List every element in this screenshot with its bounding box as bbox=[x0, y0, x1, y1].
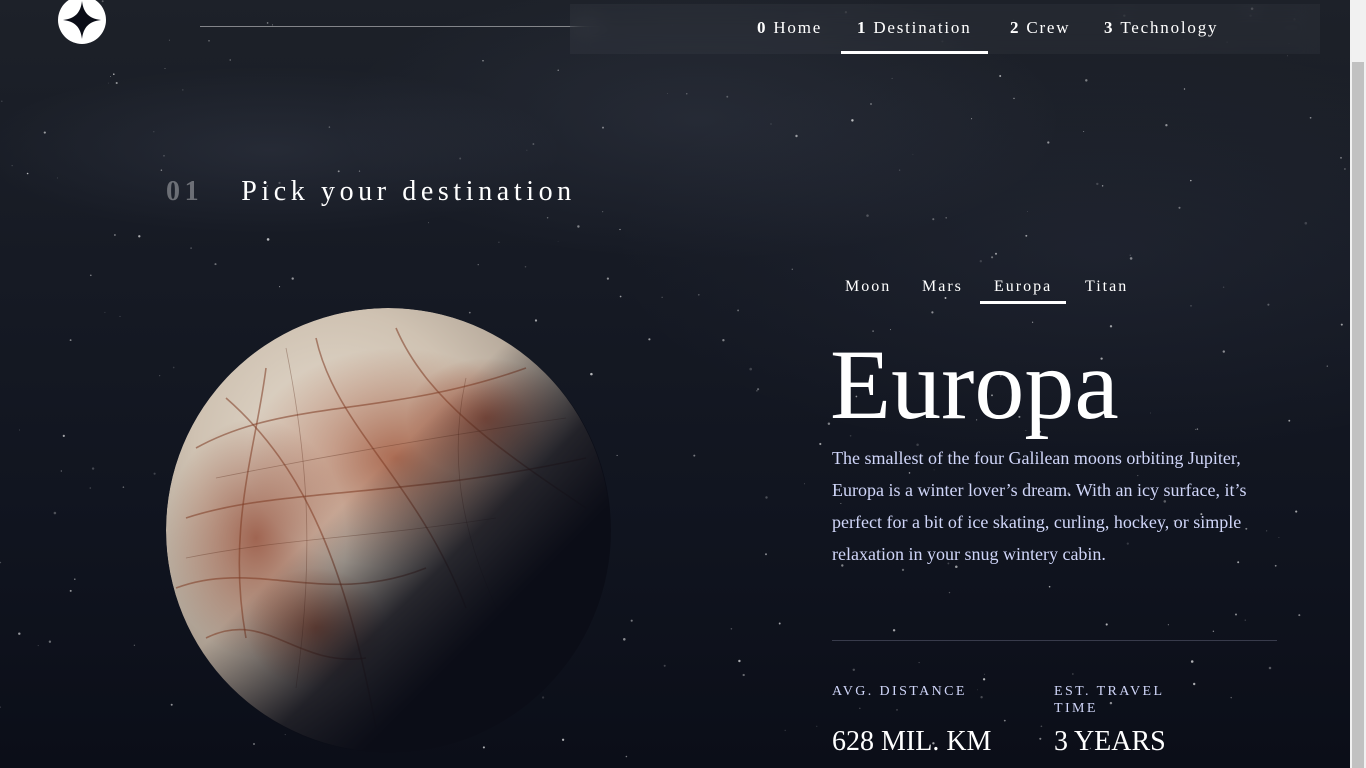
nav-item-label: Technology bbox=[1120, 18, 1219, 37]
planet-name: Europa bbox=[830, 329, 1119, 440]
nav-item-label: Crew bbox=[1026, 18, 1071, 37]
planet-image bbox=[166, 308, 611, 753]
travel-time-label: EST. TRAVEL TIME bbox=[1054, 684, 1164, 716]
tab-europa[interactable]: Europa bbox=[979, 272, 1067, 304]
nav-item-number: 0 bbox=[757, 18, 768, 37]
tab-moon[interactable]: Moon bbox=[845, 272, 891, 302]
nav-item-destination[interactable]: 1 Destination bbox=[841, 4, 987, 54]
nav-item-number: 1 bbox=[857, 18, 868, 37]
distance-label: AVG. DISTANCE bbox=[832, 684, 967, 699]
nav-item-label: Destination bbox=[873, 18, 972, 37]
scrollbar-thumb[interactable] bbox=[1352, 62, 1364, 768]
planet-description: The smallest of the four Galilean moons … bbox=[832, 448, 1247, 564]
tab-mars[interactable]: Mars bbox=[922, 272, 963, 302]
nav-item-number: 2 bbox=[1010, 18, 1021, 37]
page-title-text: Pick your destination bbox=[241, 176, 576, 207]
main-nav: 0 Home 1 Destination 2 Crew 3 Technology bbox=[570, 4, 1320, 54]
stats-divider bbox=[832, 640, 1277, 641]
destination-tabs: Moon Mars Europa Titan bbox=[832, 272, 1152, 304]
nav-divider-line bbox=[200, 26, 600, 27]
nav-item-home[interactable]: 0 Home bbox=[757, 4, 822, 54]
page-title: 01 Pick your destination bbox=[166, 176, 576, 208]
page-title-number: 01 bbox=[166, 176, 204, 207]
nav-item-number: 3 bbox=[1104, 18, 1115, 37]
nav-item-crew[interactable]: 2 Crew bbox=[1010, 4, 1070, 54]
nav-item-technology[interactable]: 3 Technology bbox=[1104, 4, 1218, 54]
distance-value: 628 MIL. KM bbox=[832, 726, 992, 757]
tab-titan[interactable]: Titan bbox=[1085, 272, 1128, 302]
star-logo-icon[interactable] bbox=[58, 0, 106, 44]
travel-time-value: 3 YEARS bbox=[1054, 726, 1166, 757]
nav-item-label: Home bbox=[773, 18, 823, 37]
